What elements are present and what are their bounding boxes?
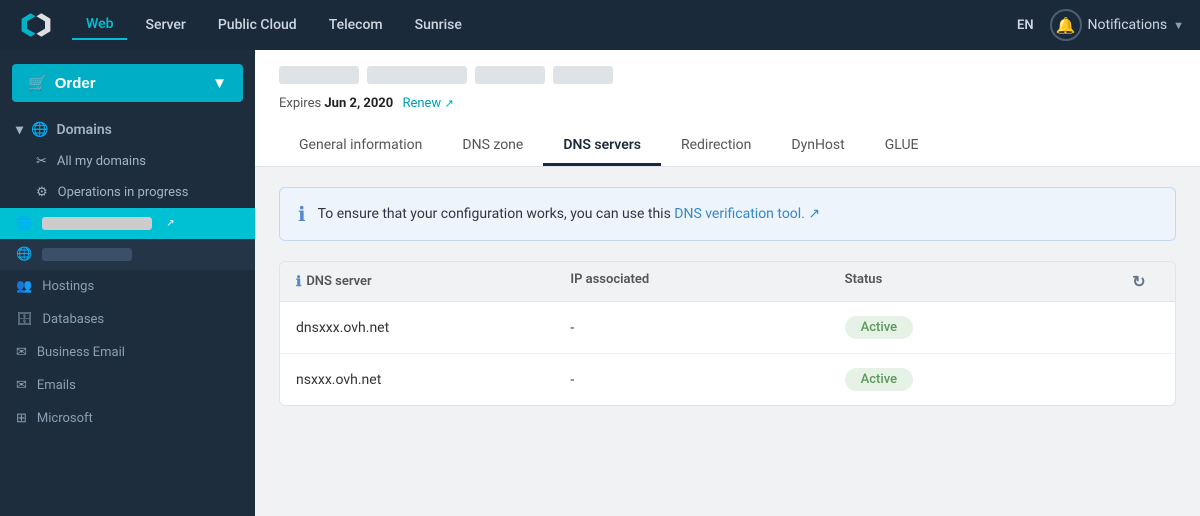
- info-text: To ensure that your configuration works,…: [318, 206, 821, 222]
- notifications-label: Notifications: [1088, 17, 1168, 33]
- dns-verification-link[interactable]: DNS verification tool. ↗: [674, 206, 820, 222]
- external-link-icon: ↗: [166, 218, 174, 229]
- external-link-icon: ↗: [808, 206, 820, 222]
- table-row: dnsxxx.ovh.net - Active: [280, 302, 1175, 354]
- globe-icon: 🌐: [16, 247, 32, 262]
- tab-dynhost[interactable]: DynHost: [771, 127, 864, 166]
- sidebar-item-microsoft[interactable]: ⊞ Microsoft: [0, 402, 255, 435]
- status-2: Active: [845, 368, 1119, 391]
- table-row: nsxxx.ovh.net - Active: [280, 354, 1175, 405]
- blurred-part-1: [279, 66, 359, 84]
- tab-dns-servers[interactable]: DNS servers: [543, 127, 661, 166]
- tab-redirection[interactable]: Redirection: [661, 127, 771, 166]
- nav-server[interactable]: Server: [131, 11, 199, 39]
- header-status: Status: [845, 272, 1119, 291]
- info-icon-small: ℹ: [296, 274, 301, 290]
- main-content: Expires Jun 2, 2020 Renew ↗ General info…: [255, 50, 1200, 516]
- cart-icon: 🛒: [28, 74, 47, 92]
- status-badge-active-1: Active: [845, 316, 913, 339]
- sidebar-item-domain-1[interactable]: 🌐 ↗: [0, 208, 255, 239]
- sidebar-item-business-email[interactable]: ✉ Business Email: [0, 336, 255, 369]
- nav-sunrise[interactable]: Sunrise: [401, 11, 476, 39]
- nav-links: Web Server Public Cloud Telecom Sunrise: [72, 10, 1017, 40]
- dns-server-1: dnsxxx.ovh.net: [296, 320, 570, 336]
- microsoft-label: Microsoft: [37, 411, 93, 426]
- sidebar: 🛒 Order ▼ ▾ 🌐 Domains ✂ All my domains ⚙…: [0, 50, 255, 516]
- renew-label: Renew: [402, 96, 441, 111]
- info-banner: ℹ To ensure that your configuration work…: [279, 187, 1176, 241]
- domain-2-label: [42, 248, 132, 261]
- database-icon: 🗄: [16, 312, 33, 327]
- nav-web[interactable]: Web: [72, 10, 127, 40]
- sidebar-item-hostings[interactable]: 👥 Hostings: [0, 270, 255, 303]
- domain-name-blurred: [279, 66, 1176, 84]
- blurred-part-2: [367, 66, 467, 84]
- globe-icon: 🌐: [16, 216, 32, 231]
- topnav-right: EN 🔔 Notifications ▼: [1017, 9, 1184, 41]
- sidebar-item-databases[interactable]: 🗄 Databases: [0, 303, 255, 336]
- language-selector[interactable]: EN: [1017, 18, 1034, 33]
- table-header: ℹ DNS server IP associated Status ↻: [280, 262, 1175, 302]
- refresh-button[interactable]: ↻: [1119, 272, 1159, 291]
- operations-label: Operations in progress: [58, 185, 189, 200]
- hostings-label: Hostings: [42, 279, 94, 294]
- blurred-part-4: [553, 66, 613, 84]
- notifications-button[interactable]: 🔔 Notifications ▼: [1050, 9, 1184, 41]
- ip-1: -: [570, 320, 844, 336]
- bell-icon: 🔔: [1050, 9, 1082, 41]
- chevron-down-icon: ▼: [212, 75, 227, 92]
- windows-icon: ⊞: [16, 411, 27, 426]
- ip-2: -: [570, 372, 844, 388]
- sidebar-item-all-domains[interactable]: ✂ All my domains: [0, 146, 255, 177]
- order-label: Order: [55, 75, 96, 92]
- topnav: Web Server Public Cloud Telecom Sunrise …: [0, 0, 1200, 50]
- blurred-part-3: [475, 66, 545, 84]
- tabs: General information DNS zone DNS servers…: [279, 127, 1176, 166]
- content-area: ℹ To ensure that your configuration work…: [255, 167, 1200, 426]
- status-1: Active: [845, 316, 1119, 339]
- dns-table: ℹ DNS server IP associated Status ↻ dnsx…: [279, 261, 1176, 406]
- emails-label: Emails: [37, 378, 76, 393]
- scissors-icon: ✂: [36, 154, 47, 169]
- expiry-prefix: Expires: [279, 96, 321, 111]
- sidebar-item-emails[interactable]: ✉ Emails: [0, 369, 255, 402]
- dns-server-2: nsxxx.ovh.net: [296, 372, 570, 388]
- tab-general-information[interactable]: General information: [279, 127, 442, 166]
- group-icon: 👥: [16, 279, 32, 294]
- business-email-label: Business Email: [37, 345, 125, 360]
- sidebar-item-domain-2[interactable]: 🌐: [0, 239, 255, 270]
- tab-dns-zone[interactable]: DNS zone: [442, 127, 543, 166]
- order-button[interactable]: 🛒 Order ▼: [12, 64, 243, 102]
- nav-public-cloud[interactable]: Public Cloud: [204, 11, 311, 39]
- external-link-icon: ↗: [444, 97, 453, 110]
- domain-expiry: Expires Jun 2, 2020 Renew ↗: [279, 96, 1176, 111]
- domain-header: Expires Jun 2, 2020 Renew ↗ General info…: [255, 50, 1200, 167]
- chevron-icon: ▾: [16, 122, 23, 138]
- header-ip: IP associated: [570, 272, 844, 291]
- renew-link[interactable]: Renew ↗: [402, 96, 453, 111]
- logo[interactable]: [16, 9, 56, 41]
- sidebar-item-operations[interactable]: ⚙ Operations in progress: [0, 177, 255, 208]
- envelope-icon: ✉: [16, 345, 27, 360]
- all-domains-label: All my domains: [57, 154, 146, 169]
- expiry-date: Jun 2, 2020: [324, 96, 393, 111]
- domain-1-label: [42, 217, 152, 230]
- gear-icon: ⚙: [36, 185, 48, 200]
- layout: 🛒 Order ▼ ▾ 🌐 Domains ✂ All my domains ⚙…: [0, 50, 1200, 516]
- tab-glue[interactable]: GLUE: [865, 127, 939, 166]
- envelope-icon: ✉: [16, 378, 27, 393]
- domains-label: Domains: [56, 122, 111, 138]
- chevron-down-icon: ▼: [1173, 19, 1184, 32]
- status-badge-active-2: Active: [845, 368, 913, 391]
- globe-icon: 🌐: [31, 122, 48, 138]
- info-icon: ℹ: [298, 202, 306, 226]
- header-dns-server: ℹ DNS server: [296, 272, 570, 291]
- databases-label: Databases: [43, 312, 105, 327]
- nav-telecom[interactable]: Telecom: [315, 11, 397, 39]
- sidebar-section-domains[interactable]: ▾ 🌐 Domains: [0, 112, 255, 146]
